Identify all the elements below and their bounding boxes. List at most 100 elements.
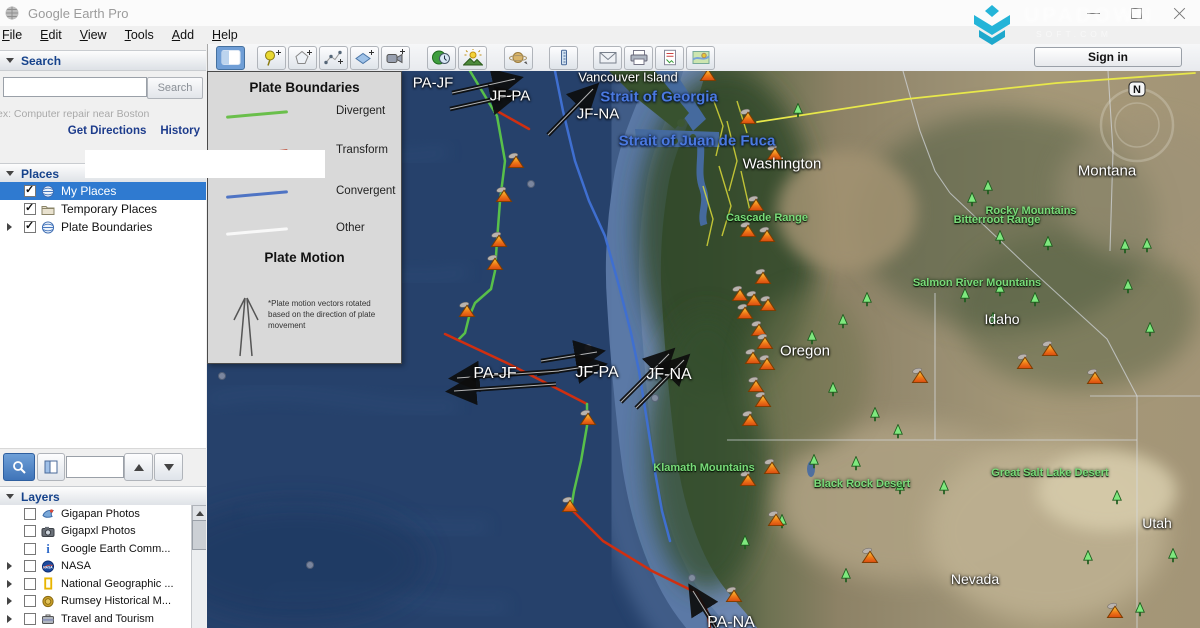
planets-button[interactable] [504, 46, 533, 70]
visibility-checkbox[interactable] [24, 185, 36, 197]
natgeo-icon [41, 577, 56, 591]
item-label: Plate Boundaries [61, 220, 152, 234]
search-button[interactable]: Search [147, 77, 203, 99]
expand-arrow-icon[interactable] [3, 597, 15, 605]
email-button[interactable] [593, 46, 622, 70]
print-icon [629, 49, 649, 66]
layers-item[interactable]: National Geographic ... [0, 575, 206, 593]
add-path-button[interactable] [319, 46, 348, 70]
expand-arrow-icon[interactable] [3, 580, 15, 588]
ocean-dot [652, 395, 659, 402]
layers-item[interactable]: NASANASA [0, 558, 206, 576]
view-in-google-maps-button[interactable] [686, 46, 715, 70]
layers-item[interactable]: Gigapan Photos [0, 505, 206, 523]
record-tour-button[interactable] [381, 46, 410, 70]
minimize-icon[interactable] [1087, 7, 1100, 20]
sign-in-button[interactable]: Sign in [1034, 47, 1182, 67]
visibility-checkbox[interactable] [24, 525, 36, 537]
menu-item-add[interactable]: Add [172, 28, 194, 42]
title-bar: Google Earth Pro [0, 0, 1200, 27]
globe-icon [41, 184, 56, 198]
layers-scrollbar[interactable] [191, 505, 206, 628]
visibility-checkbox[interactable] [24, 221, 36, 233]
item-label: Travel and Tourism [61, 613, 154, 625]
ocean-dot [585, 345, 592, 352]
window-title: Google Earth Pro [28, 6, 128, 21]
camera-icon [41, 524, 56, 538]
plate-motion-arrow-icon [228, 272, 268, 358]
add-image-overlay-icon [355, 49, 375, 66]
add-image-overlay-button[interactable] [350, 46, 379, 70]
places-item[interactable]: My Places [0, 182, 206, 200]
close-icon[interactable] [1173, 7, 1186, 20]
white-overlay-box [85, 150, 325, 178]
menu-item-file[interactable]: File [2, 28, 22, 42]
expand-arrow-icon[interactable] [3, 562, 15, 570]
places-item[interactable]: Temporary Places [0, 200, 206, 218]
panel-icon [43, 459, 59, 475]
move-up-button[interactable] [124, 453, 153, 481]
record-tour-icon [386, 49, 406, 66]
print-button[interactable] [624, 46, 653, 70]
show-elevation-profile-button[interactable] [37, 453, 65, 481]
add-polygon-button[interactable] [288, 46, 317, 70]
map-canvas[interactable]: N Plate Boundaries DivergentTransformCon… [207, 71, 1200, 628]
svg-text:N: N [1133, 84, 1141, 96]
ruler-button[interactable] [549, 46, 578, 70]
historical-imagery-button[interactable] [427, 46, 456, 70]
item-label: Rumsey Historical M... [61, 595, 171, 607]
search-input[interactable] [3, 77, 147, 97]
menu-item-view[interactable]: View [80, 28, 107, 42]
scroll-up-icon[interactable] [192, 505, 206, 521]
menu-bar: File Edit View Tools Add Help [0, 26, 1200, 44]
sidebar-toggle-button[interactable] [216, 46, 245, 70]
expand-arrow-icon[interactable] [3, 615, 15, 623]
legend-entry-label: Other [336, 222, 365, 234]
gigapan-icon [41, 507, 56, 521]
search-panel-title: Search [21, 54, 61, 68]
layers-item[interactable]: Gigapxl Photos [0, 523, 206, 541]
search-places-button[interactable] [3, 453, 35, 481]
ocean-dot [528, 181, 535, 188]
item-label: National Geographic ... [61, 578, 174, 590]
layers-item[interactable]: Rumsey Historical M... [0, 593, 206, 611]
menu-item-edit[interactable]: Edit [40, 28, 62, 42]
visibility-checkbox[interactable] [24, 560, 36, 572]
expand-arrow-icon[interactable] [3, 223, 15, 231]
add-placemark-button[interactable] [257, 46, 286, 70]
maximize-icon[interactable] [1130, 7, 1143, 20]
visibility-checkbox[interactable] [24, 543, 36, 555]
save-image-button[interactable] [655, 46, 684, 70]
places-filter-input[interactable] [66, 456, 124, 478]
layers-item[interactable]: Travel and Tourism [0, 610, 206, 628]
search-links: Get Directions History [0, 125, 200, 137]
menu-item-tools[interactable]: Tools [125, 28, 154, 42]
layers-panel-header[interactable]: Layers [0, 486, 206, 507]
menu-item-help[interactable]: Help [212, 28, 238, 42]
legend-entry-label: Transform [336, 144, 388, 156]
move-down-button[interactable] [154, 453, 183, 481]
magnifier-icon [11, 459, 27, 475]
layers-item[interactable]: iGoogle Earth Comm... [0, 540, 206, 558]
travel-icon [41, 612, 56, 626]
nasa-icon: NASA [41, 559, 56, 573]
get-directions-link[interactable]: Get Directions [68, 125, 147, 137]
collapse-triangle-icon [6, 171, 14, 176]
ruler-icon [554, 49, 574, 66]
visibility-checkbox[interactable] [24, 595, 36, 607]
planets-icon [509, 49, 529, 66]
history-link[interactable]: History [160, 125, 200, 137]
layers-panel-title: Layers [21, 490, 60, 504]
search-panel-header[interactable]: Search [0, 50, 206, 71]
google-earth-window: Google Earth Pro File Edit View Tools Add Hel… [0, 0, 1200, 628]
item-label: Google Earth Comm... [61, 543, 170, 555]
visibility-checkbox[interactable] [24, 578, 36, 590]
scroll-thumb[interactable] [192, 520, 206, 550]
visibility-checkbox[interactable] [24, 508, 36, 520]
legend-entry-label: Convergent [336, 185, 395, 197]
globe-icon [41, 220, 56, 234]
visibility-checkbox[interactable] [24, 613, 36, 625]
visibility-checkbox[interactable] [24, 203, 36, 215]
places-item[interactable]: Plate Boundaries [0, 218, 206, 236]
sunlight-button[interactable] [458, 46, 487, 70]
